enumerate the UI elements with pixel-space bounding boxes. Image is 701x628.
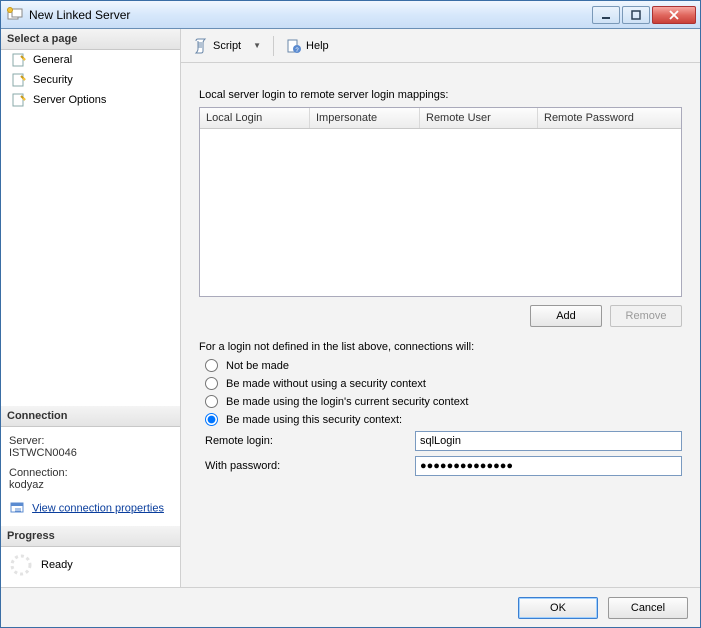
progress-header: Progress [1,526,180,547]
cancel-button[interactable]: Cancel [608,597,688,619]
connection-box: Server: ISTWCN0046 Connection: kodyaz Vi… [1,427,180,526]
login-mappings-grid[interactable]: Local Login Impersonate Remote User Remo… [199,107,682,297]
close-button[interactable] [652,6,696,24]
with-password-label: With password: [205,460,415,472]
help-button[interactable]: ? Help [282,36,333,56]
add-button[interactable]: Add [530,305,602,327]
radio-not-made-input[interactable] [205,359,218,372]
radio-label: Be made using the login's current securi… [226,396,468,408]
grid-body[interactable] [200,129,681,295]
remote-login-label: Remote login: [205,435,415,447]
remote-login-input[interactable] [415,431,682,451]
page-icon [11,92,27,108]
remove-button[interactable]: Remove [610,305,682,327]
nav-item-label: General [33,54,72,66]
window-buttons [592,6,696,24]
title-bar: New Linked Server [1,1,700,29]
view-connection-properties-link[interactable]: View connection properties [32,502,164,514]
with-password-input[interactable] [415,456,682,476]
progress-spinner-icon [9,553,33,577]
radio-this-context[interactable]: Be made using this security context: [205,413,682,426]
dialog-window: New Linked Server Select a page General … [0,0,701,628]
radio-label: Not be made [226,360,289,372]
col-remote-user[interactable]: Remote User [420,108,538,128]
radio-this-context-input[interactable] [205,413,218,426]
connection-header: Connection [1,406,180,427]
radio-not-made[interactable]: Not be made [205,359,682,372]
minimize-button[interactable] [592,6,620,24]
page-icon [11,52,27,68]
dialog-footer: OK Cancel [1,587,700,627]
help-label: Help [306,40,329,52]
progress-status: Ready [41,559,73,571]
help-icon: ? [286,38,302,54]
script-label: Script [213,40,241,52]
sidebar: Select a page General Security Server Op… [1,29,181,587]
nav-item-server-options[interactable]: Server Options [1,90,180,110]
radio-no-context[interactable]: Be made without using a security context [205,377,682,390]
content-area: Script ▼ ? Help Local server login to re… [181,29,700,587]
toolbar: Script ▼ ? Help [181,29,700,63]
page-nav-list: General Security Server Options [1,50,180,110]
connection-value: kodyaz [9,479,172,491]
mapping-label: Local server login to remote server logi… [199,89,682,101]
radio-current-context-input[interactable] [205,395,218,408]
not-defined-label: For a login not defined in the list abov… [199,341,682,353]
security-panel: Local server login to remote server logi… [181,63,700,587]
radio-label: Be made using this security context: [226,414,402,426]
col-remote-password[interactable]: Remote Password [538,108,681,128]
nav-item-label: Server Options [33,94,106,106]
radio-no-context-input[interactable] [205,377,218,390]
select-page-header: Select a page [1,29,180,50]
progress-box: Ready [1,547,180,587]
server-label: Server: [9,435,172,447]
connection-label: Connection: [9,467,172,479]
script-button[interactable]: Script [189,36,245,56]
page-icon [11,72,27,88]
col-local-login[interactable]: Local Login [200,108,310,128]
grid-header: Local Login Impersonate Remote User Remo… [200,108,681,129]
script-icon [193,38,209,54]
toolbar-separator [273,36,274,56]
radio-label: Be made without using a security context [226,378,426,390]
script-dropdown-caret[interactable]: ▼ [249,41,265,50]
maximize-button[interactable] [622,6,650,24]
nav-item-label: Security [33,74,73,86]
radio-current-context[interactable]: Be made using the login's current securi… [205,395,682,408]
nav-item-security[interactable]: Security [1,70,180,90]
col-impersonate[interactable]: Impersonate [310,108,420,128]
server-value: ISTWCN0046 [9,447,172,459]
properties-icon [9,506,25,518]
app-icon [7,7,23,23]
nav-item-general[interactable]: General [1,50,180,70]
ok-button[interactable]: OK [518,597,598,619]
window-title: New Linked Server [29,8,592,22]
